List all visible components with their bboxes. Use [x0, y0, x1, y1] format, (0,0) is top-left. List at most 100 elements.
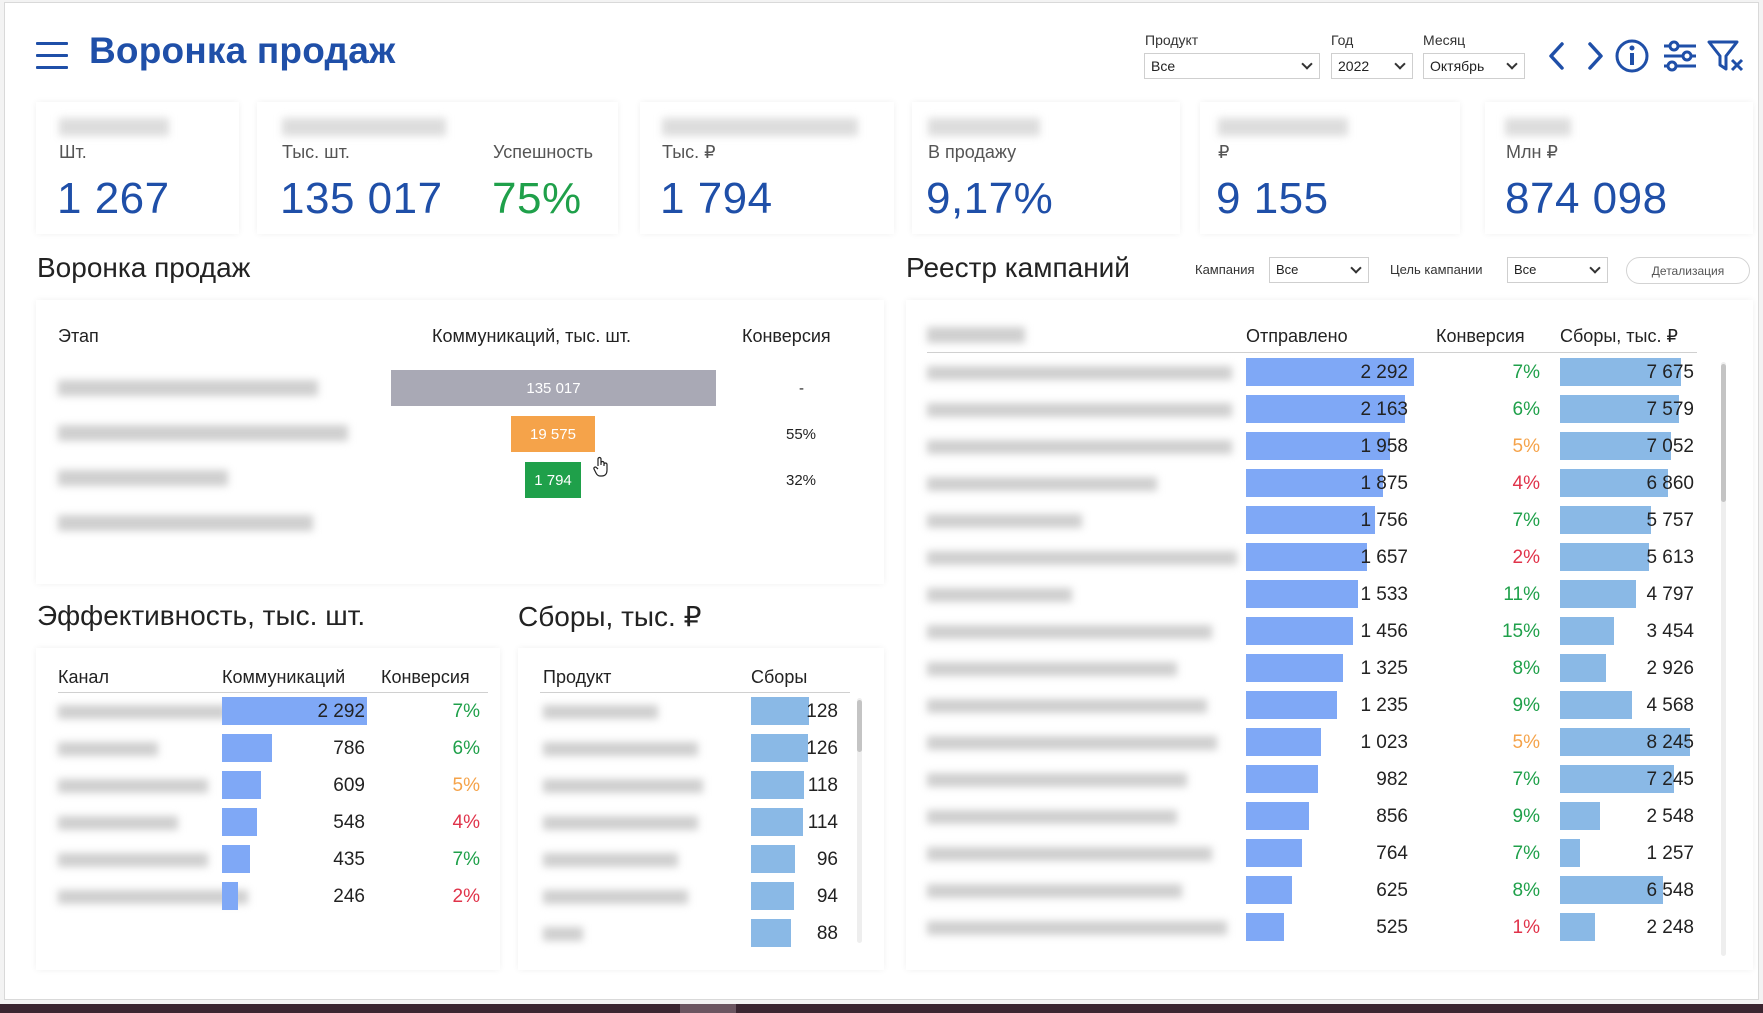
conversion-value: 5%	[452, 775, 480, 796]
conversion-value: 8%	[1512, 658, 1540, 679]
collections-value: 5 757	[1646, 510, 1694, 531]
filter-clear-icon[interactable]	[1706, 36, 1746, 76]
funnel-conv: 55%	[786, 426, 817, 443]
product-name-blurred	[543, 890, 688, 904]
campaign-name-blurred	[927, 736, 1217, 750]
scrollbar-thumb[interactable]	[1721, 364, 1726, 502]
funnel-stage-blurred	[58, 470, 228, 486]
sent-bar[interactable]	[1246, 876, 1292, 904]
collections-value: 3 454	[1646, 621, 1694, 642]
goal-dropdown[interactable]: Все	[1507, 257, 1608, 283]
campaign-name-blurred	[927, 810, 1177, 824]
collections-card	[518, 648, 884, 970]
chevron-down-icon	[1350, 262, 1362, 274]
kpi-title-blurred	[928, 118, 1040, 136]
kpi-value: 874 098	[1505, 174, 1668, 223]
communications-bar[interactable]	[222, 845, 250, 873]
communications-bar[interactable]	[222, 771, 261, 799]
efficiency-section-title: Эффективность, тыс. шт.	[37, 600, 366, 631]
filter-label-product: Продукт	[1145, 32, 1199, 48]
funnel-bar[interactable]: 135 017	[391, 370, 716, 406]
funnel-conv: -	[799, 380, 804, 397]
sent-value: 1 325	[1360, 658, 1408, 679]
product-name-blurred	[543, 853, 678, 867]
sent-value: 2 292	[1360, 362, 1408, 383]
conversion-value: 9%	[1512, 806, 1540, 827]
collections-value: 8 245	[1646, 732, 1694, 753]
collections-value: 88	[816, 923, 838, 944]
channel-name-blurred	[58, 853, 208, 867]
month-dropdown-value: Октябрь	[1430, 58, 1485, 74]
communications-bar[interactable]	[222, 808, 257, 836]
campaign-name-blurred	[927, 588, 1072, 602]
kpi-title-blurred	[1218, 118, 1348, 136]
registry-col-sent: Отправлено	[1246, 326, 1348, 346]
campaign-dropdown[interactable]: Все	[1269, 257, 1369, 283]
filter-label-month: Месяц	[1423, 32, 1466, 48]
kpi-title-blurred	[662, 118, 858, 136]
communications-bar[interactable]	[222, 882, 238, 910]
sliders-icon[interactable]	[1660, 36, 1700, 76]
collections-bar[interactable]	[1560, 802, 1600, 830]
scrollbar-thumb[interactable]	[857, 700, 862, 752]
communications-bar[interactable]	[222, 734, 272, 762]
collections-value: 118	[807, 775, 838, 796]
efficiency-col-communications: Коммуникаций	[222, 667, 346, 687]
conversion-value: 7%	[452, 849, 480, 870]
conversion-value: 5%	[1512, 436, 1540, 457]
sent-bar[interactable]	[1246, 913, 1284, 941]
month-dropdown[interactable]: Октябрь	[1423, 53, 1525, 79]
sent-value: 1 657	[1360, 547, 1408, 568]
product-dropdown[interactable]: Все	[1144, 53, 1320, 79]
chevron-left-icon[interactable]	[1538, 36, 1578, 76]
detail-button[interactable]: Детализация	[1626, 257, 1750, 284]
kpi-value-success: 75%	[492, 174, 582, 223]
kpi-value: 9 155	[1216, 174, 1329, 223]
hamburger-menu-icon[interactable]	[36, 42, 68, 70]
goal-dropdown-value: Все	[1514, 262, 1537, 277]
kpi-title-blurred	[282, 118, 446, 136]
header-divider	[927, 352, 1697, 353]
kpi-title-blurred	[59, 118, 169, 136]
page-title: Воронка продаж	[89, 30, 396, 71]
conversion-value: 9%	[1512, 695, 1540, 716]
efficiency-col-conversion: Конверсия	[381, 667, 470, 687]
sent-value: 1 023	[1360, 732, 1408, 753]
sent-bar[interactable]	[1246, 839, 1302, 867]
collections-value: 1 257	[1646, 843, 1694, 864]
chevron-down-icon	[1394, 58, 1406, 70]
registry-col-conversion: Конверсия	[1436, 326, 1525, 346]
taskbar-item[interactable]	[680, 1004, 736, 1013]
kpi-unit: Шт.	[59, 142, 87, 162]
collections-bar[interactable]	[1560, 839, 1580, 867]
info-icon[interactable]	[1612, 36, 1652, 76]
funnel-col-communications: Коммуникаций, тыс. шт.	[432, 326, 632, 346]
conversion-value: 15%	[1501, 621, 1540, 642]
registry-col-sum: Сборы, тыс. ₽	[1560, 326, 1678, 346]
channel-name-blurred	[58, 705, 228, 719]
funnel-stage-blurred	[58, 515, 313, 531]
funnel-stage-blurred	[58, 425, 348, 441]
funnel-bar[interactable]: 19 575	[511, 416, 595, 452]
campaign-name-blurred	[927, 625, 1212, 639]
year-dropdown[interactable]: 2022	[1331, 53, 1413, 79]
chevron-right-icon[interactable]	[1574, 36, 1614, 76]
collections-bar[interactable]	[1560, 913, 1595, 941]
funnel-bar[interactable]: 1 794	[525, 462, 581, 498]
channel-name-blurred	[58, 779, 208, 793]
collections-value: 4 568	[1646, 695, 1694, 716]
kpi-title-blurred	[1505, 118, 1571, 136]
kpi-value: 135 017	[280, 174, 443, 223]
product-dropdown-value: Все	[1151, 58, 1176, 74]
conversion-value: 4%	[1512, 473, 1540, 494]
product-name-blurred	[543, 927, 583, 941]
channel-name-blurred	[58, 742, 158, 756]
campaign-name-blurred	[927, 551, 1237, 565]
collections-value: 2 548	[1646, 806, 1694, 827]
kpi-value: 9,17%	[926, 174, 1054, 223]
funnel-col-conversion: Конверсия	[742, 326, 831, 346]
year-dropdown-value: 2022	[1338, 58, 1370, 74]
collections-value: 7 245	[1646, 769, 1694, 790]
sent-value: 1 875	[1360, 473, 1408, 494]
registry-section-title: Реестр кампаний	[906, 252, 1130, 283]
